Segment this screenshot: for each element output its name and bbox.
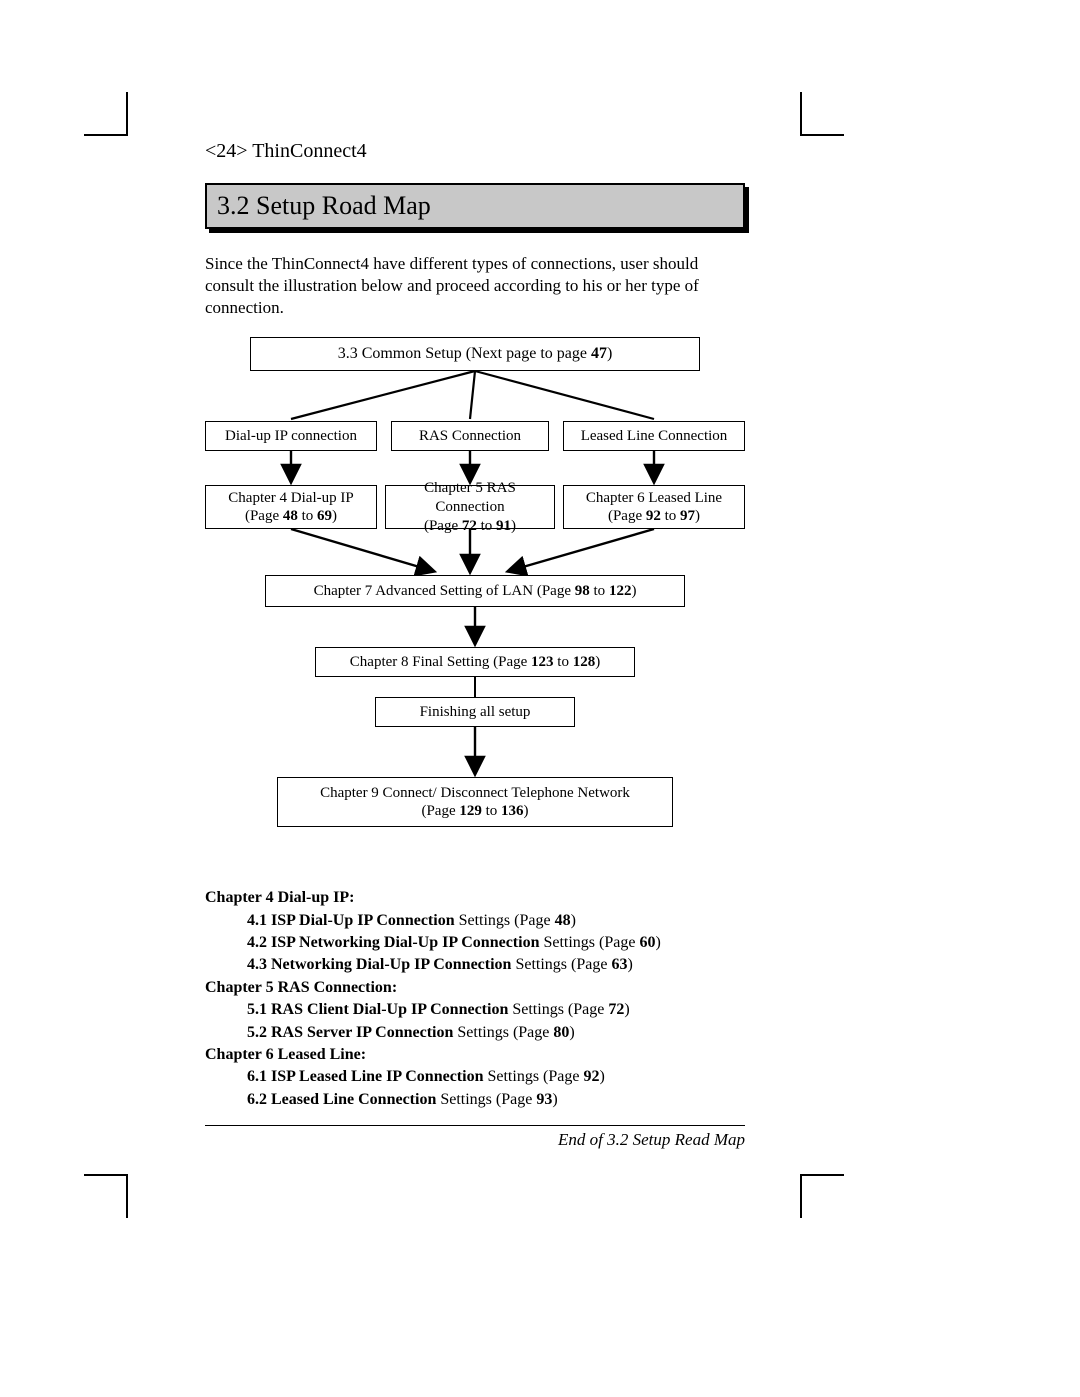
node-ras-label: RAS Connection [391, 421, 549, 451]
end-of-section: End of 3.2 Setup Read Map [205, 1125, 745, 1150]
section-title-text: Setup Road Map [256, 191, 431, 220]
node-chapter-7: Chapter 7 Advanced Setting of LAN (Page … [265, 575, 685, 607]
toc-ch6: Chapter 6 Leased Line: [205, 1044, 745, 1066]
toc-4-3: 4.3 Networking Dial-Up IP Connection Set… [247, 954, 745, 976]
node-chapter-4: Chapter 4 Dial-up IP (Page 48 to 69) [205, 485, 377, 529]
toc-list: Chapter 4 Dial-up IP: 4.1 ISP Dial-Up IP… [205, 887, 745, 1111]
toc-ch5: Chapter 5 RAS Connection: [205, 977, 745, 999]
node-chapter-6: Chapter 6 Leased Line (Page 92 to 97) [563, 485, 745, 529]
node-chapter-8: Chapter 8 Final Setting (Page 123 to 128… [315, 647, 635, 677]
intro-paragraph: Since the ThinConnect4 have different ty… [205, 253, 745, 319]
node-chapter-9: Chapter 9 Connect/ Disconnect Telephone … [277, 777, 673, 827]
toc-6-2: 6.2 Leased Line Connection Settings (Pag… [247, 1089, 745, 1111]
page-number: <24> [205, 140, 248, 162]
flow-diagram: 3.3 Common Setup (Next page to page 47) … [205, 337, 745, 877]
crop-mark [84, 92, 128, 136]
node-finishing: Finishing all setup [375, 697, 575, 727]
section-number: 3.2 [217, 191, 250, 220]
product-name: ThinConnect4 [252, 140, 366, 162]
section-heading: 3.2 Setup Road Map [205, 183, 745, 229]
crop-mark [800, 1174, 844, 1218]
toc-ch4: Chapter 4 Dial-up IP: [205, 887, 745, 909]
toc-5-1: 5.1 RAS Client Dial-Up IP Connection Set… [247, 999, 745, 1021]
running-head: <24> ThinConnect4 [205, 140, 745, 163]
node-common-setup: 3.3 Common Setup (Next page to page 47) [250, 337, 700, 371]
node-chapter-5: Chapter 5 RAS Connection (Page 72 to 91) [385, 485, 555, 529]
crop-mark [800, 92, 844, 136]
page-content: <24> ThinConnect4 3.2 Setup Road Map Sin… [205, 140, 745, 1150]
toc-5-2: 5.2 RAS Server IP Connection Settings (P… [247, 1022, 745, 1044]
toc-4-2: 4.2 ISP Networking Dial-Up IP Connection… [247, 932, 745, 954]
toc-4-1: 4.1 ISP Dial-Up IP Connection Settings (… [247, 910, 745, 932]
node-dialup-label: Dial-up IP connection [205, 421, 377, 451]
node-leased-label: Leased Line Connection [563, 421, 745, 451]
toc-6-1: 6.1 ISP Leased Line IP Connection Settin… [247, 1066, 745, 1088]
crop-mark [84, 1174, 128, 1218]
